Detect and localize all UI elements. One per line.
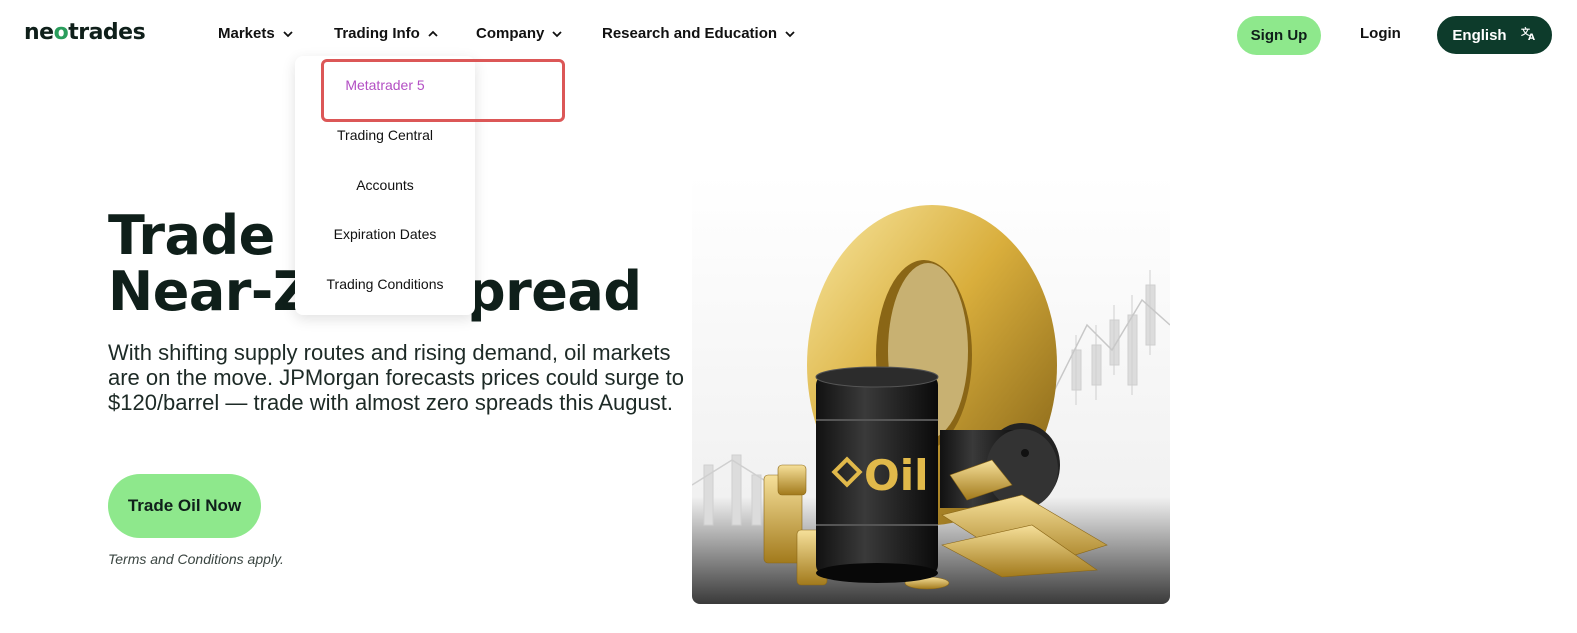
- svg-text:A: A: [1528, 33, 1535, 41]
- menu-item-expiration-dates[interactable]: Expiration Dates: [295, 226, 475, 242]
- nav-trading-info-label: Trading Info: [334, 25, 420, 42]
- terms-link[interactable]: Terms and Conditions apply.: [108, 551, 284, 567]
- login-link[interactable]: Login: [1360, 25, 1401, 42]
- chevron-down-icon: [552, 29, 562, 38]
- chevron-up-icon: [428, 29, 438, 38]
- nav-markets[interactable]: Markets: [218, 25, 293, 42]
- nav-trading-info[interactable]: Trading Info: [334, 25, 438, 42]
- language-selector[interactable]: English 文A: [1437, 16, 1552, 54]
- menu-item-accounts[interactable]: Accounts: [295, 177, 475, 193]
- menu-item-trading-conditions[interactable]: Trading Conditions: [295, 276, 475, 292]
- brand-logo[interactable]: neotrades: [24, 20, 146, 45]
- nav-research-education[interactable]: Research and Education: [602, 25, 795, 42]
- selection-highlight-box: [321, 59, 565, 122]
- nav-company-label: Company: [476, 25, 545, 42]
- chevron-down-icon: [283, 29, 293, 38]
- language-label: English: [1452, 26, 1507, 44]
- menu-item-trading-central[interactable]: Trading Central: [295, 127, 475, 143]
- nav-company[interactable]: Company: [476, 25, 562, 42]
- sign-up-button[interactable]: Sign Up: [1237, 16, 1321, 55]
- nav-markets-label: Markets: [218, 25, 275, 42]
- trade-oil-now-button[interactable]: Trade Oil Now: [108, 474, 261, 538]
- translate-icon: 文A: [1520, 25, 1537, 45]
- hero-description: With shifting supply routes and rising d…: [108, 340, 684, 415]
- nav-research-education-label: Research and Education: [602, 25, 778, 42]
- chevron-down-icon: [785, 29, 795, 38]
- top-navigation: neotrades Markets Trading Info Company R…: [0, 0, 1577, 70]
- hero-oil-image: Oil: [692, 175, 1170, 604]
- barrel-oil-label: Oil: [864, 451, 929, 500]
